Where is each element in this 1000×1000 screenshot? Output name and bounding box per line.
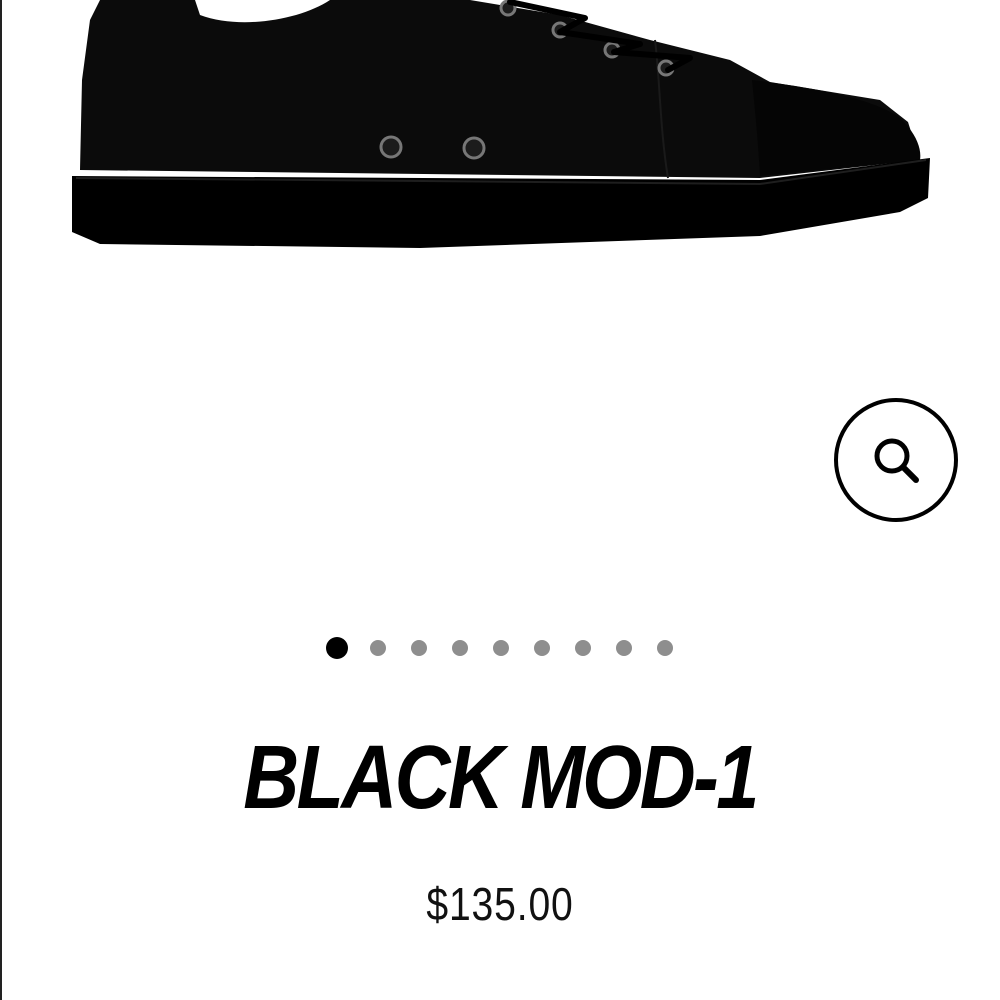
side-eyelet (462, 136, 486, 160)
carousel-dot[interactable] (493, 640, 509, 656)
product-title: BLACK MOD-1 (243, 728, 759, 828)
carousel-dot[interactable] (534, 640, 550, 656)
product-price: $135.00 (426, 878, 574, 930)
shoe-toe-cap (752, 80, 921, 176)
carousel-dot[interactable] (411, 640, 427, 656)
product-image[interactable] (0, 0, 1000, 270)
carousel-pagination (0, 636, 1000, 660)
carousel-dot[interactable] (370, 640, 386, 656)
carousel-dot[interactable] (452, 640, 468, 656)
carousel-dot[interactable] (616, 640, 632, 656)
side-eyelet (379, 135, 403, 159)
carousel-dot[interactable] (657, 640, 673, 656)
carousel-dot[interactable] (575, 640, 591, 656)
zoom-button[interactable] (834, 398, 958, 522)
carousel-dot-active[interactable] (326, 637, 348, 659)
magnifier-icon (874, 438, 919, 483)
product-page: BLACK MOD-1 $135.00 (0, 0, 1000, 1000)
